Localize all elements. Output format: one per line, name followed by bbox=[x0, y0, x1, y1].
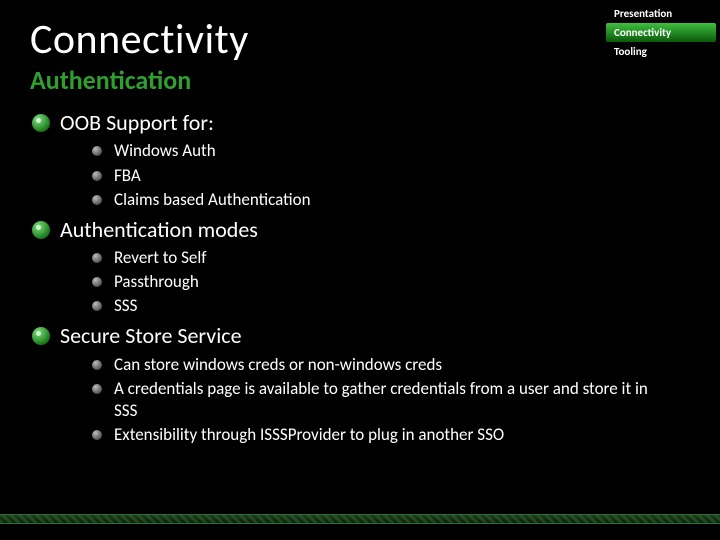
list-item-text: Can store windows creds or non-windows c… bbox=[114, 354, 442, 376]
list-item: Extensibility through ISSSProvider to pl… bbox=[92, 424, 690, 446]
list-item-text: A credentials page is available to gathe… bbox=[114, 378, 674, 422]
content: OOB Support for: Windows Auth FBA Claims… bbox=[30, 110, 690, 446]
nav-badges: Presentation Connectivity Tooling bbox=[606, 4, 716, 61]
dot-bullet-icon bbox=[92, 301, 102, 311]
section-heading-text: Secure Store Service bbox=[60, 323, 242, 349]
list-item: Revert to Self bbox=[92, 247, 690, 269]
list-item-text: Claims based Authentication bbox=[114, 189, 311, 211]
dot-bullet-icon bbox=[92, 360, 102, 370]
list-item-text: SSS bbox=[114, 295, 137, 317]
section-heading: Authentication modes bbox=[32, 217, 690, 243]
orb-bullet-icon bbox=[32, 221, 50, 239]
slide-subtitle: Authentication bbox=[30, 64, 690, 96]
list-item: Windows Auth bbox=[92, 140, 690, 162]
dot-bullet-icon bbox=[92, 384, 102, 394]
list-item: Passthrough bbox=[92, 271, 690, 293]
section-heading-text: OOB Support for: bbox=[60, 110, 214, 136]
dot-bullet-icon bbox=[92, 253, 102, 263]
section-heading: Secure Store Service bbox=[32, 323, 690, 349]
section-items: Can store windows creds or non-windows c… bbox=[92, 354, 690, 446]
dot-bullet-icon bbox=[92, 146, 102, 156]
orb-bullet-icon bbox=[32, 327, 50, 345]
nav-item-tooling: Tooling bbox=[606, 42, 716, 61]
list-item: SSS bbox=[92, 295, 690, 317]
list-item-text: Revert to Self bbox=[114, 247, 206, 269]
list-item: Claims based Authentication bbox=[92, 189, 690, 211]
nav-item-connectivity: Connectivity bbox=[606, 23, 716, 42]
list-item-text: Passthrough bbox=[114, 271, 199, 293]
nav-item-presentation: Presentation bbox=[606, 4, 716, 23]
section-heading-text: Authentication modes bbox=[60, 217, 258, 243]
list-item-text: Extensibility through ISSSProvider to pl… bbox=[114, 424, 504, 446]
section-items: Windows Auth FBA Claims based Authentica… bbox=[92, 140, 690, 210]
list-item: Can store windows creds or non-windows c… bbox=[92, 354, 690, 376]
footer-stripe bbox=[0, 514, 720, 524]
dot-bullet-icon bbox=[92, 277, 102, 287]
orb-bullet-icon bbox=[32, 114, 50, 132]
dot-bullet-icon bbox=[92, 430, 102, 440]
slide-title: Connectivity bbox=[30, 18, 690, 62]
dot-bullet-icon bbox=[92, 171, 102, 181]
list-item-text: Windows Auth bbox=[114, 140, 216, 162]
list-item: A credentials page is available to gathe… bbox=[92, 378, 690, 422]
list-item-text: FBA bbox=[114, 165, 141, 187]
list-item: FBA bbox=[92, 165, 690, 187]
dot-bullet-icon bbox=[92, 195, 102, 205]
section-items: Revert to Self Passthrough SSS bbox=[92, 247, 690, 317]
section-heading: OOB Support for: bbox=[32, 110, 690, 136]
slide: Presentation Connectivity Tooling Connec… bbox=[0, 0, 720, 540]
